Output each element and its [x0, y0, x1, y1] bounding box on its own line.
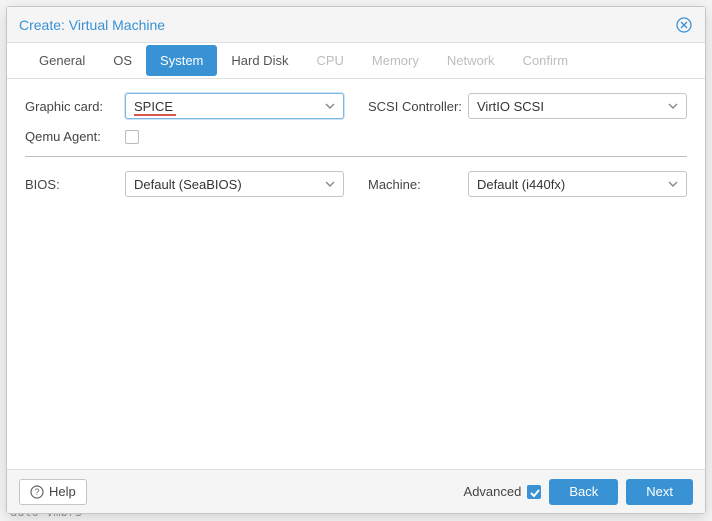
help-label: Help [49, 484, 76, 499]
tab-hard-disk[interactable]: Hard Disk [217, 45, 302, 76]
scsi-controller-combo[interactable]: VirtIO SCSI [468, 93, 687, 119]
advanced-label: Advanced [464, 484, 522, 499]
bios-combo[interactable]: Default (SeaBIOS) [125, 171, 344, 197]
chevron-down-icon [325, 179, 335, 189]
chevron-down-icon [668, 101, 678, 111]
advanced-toggle[interactable]: Advanced [464, 484, 542, 499]
form-row-3: BIOS: Default (SeaBIOS) Machine: Default… [25, 171, 687, 197]
check-icon [528, 486, 542, 500]
highlight-underline [134, 114, 176, 116]
field-graphic-card: Graphic card: SPICE [25, 93, 344, 119]
chevron-down-icon [325, 101, 335, 111]
close-button[interactable] [675, 16, 693, 34]
field-qemu-agent: Qemu Agent: [25, 129, 344, 144]
back-button[interactable]: Back [549, 479, 618, 505]
field-bios: BIOS: Default (SeaBIOS) [25, 171, 344, 197]
machine-label: Machine: [368, 177, 468, 192]
graphic-card-label: Graphic card: [25, 99, 125, 114]
tab-os[interactable]: OS [99, 45, 146, 76]
close-icon [676, 17, 692, 33]
help-icon: ? [30, 485, 44, 499]
advanced-checkbox[interactable] [527, 485, 541, 499]
graphic-card-value: SPICE [134, 99, 325, 114]
machine-combo[interactable]: Default (i440fx) [468, 171, 687, 197]
tab-cpu: CPU [302, 45, 357, 76]
window-title: Create: Virtual Machine [19, 17, 675, 33]
next-button[interactable]: Next [626, 479, 693, 505]
form-body: Graphic card: SPICE SCSI Controller: Vir… [7, 79, 705, 469]
titlebar: Create: Virtual Machine [7, 7, 705, 43]
bios-value: Default (SeaBIOS) [134, 177, 325, 192]
qemu-agent-checkbox[interactable] [125, 130, 139, 144]
form-row-2: Qemu Agent: [25, 129, 687, 144]
graphic-card-combo[interactable]: SPICE [125, 93, 344, 119]
scsi-controller-value: VirtIO SCSI [477, 99, 668, 114]
modal-window: Create: Virtual Machine General OS Syste… [6, 6, 706, 514]
tab-confirm: Confirm [509, 45, 583, 76]
form-row-1: Graphic card: SPICE SCSI Controller: Vir… [25, 93, 687, 119]
machine-value: Default (i440fx) [477, 177, 668, 192]
tab-network: Network [433, 45, 509, 76]
footer: ? Help Advanced Back Next [7, 469, 705, 513]
scsi-controller-label: SCSI Controller: [368, 99, 468, 114]
qemu-agent-label: Qemu Agent: [25, 129, 125, 144]
svg-text:?: ? [34, 487, 39, 497]
chevron-down-icon [668, 179, 678, 189]
section-divider [25, 156, 687, 157]
field-scsi-controller: SCSI Controller: VirtIO SCSI [368, 93, 687, 119]
tab-general[interactable]: General [25, 45, 99, 76]
tab-memory: Memory [358, 45, 433, 76]
field-machine: Machine: Default (i440fx) [368, 171, 687, 197]
tab-system[interactable]: System [146, 45, 217, 76]
bios-label: BIOS: [25, 177, 125, 192]
field-spacer [368, 129, 687, 144]
help-button[interactable]: ? Help [19, 479, 87, 505]
tab-bar: General OS System Hard Disk CPU Memory N… [7, 43, 705, 79]
